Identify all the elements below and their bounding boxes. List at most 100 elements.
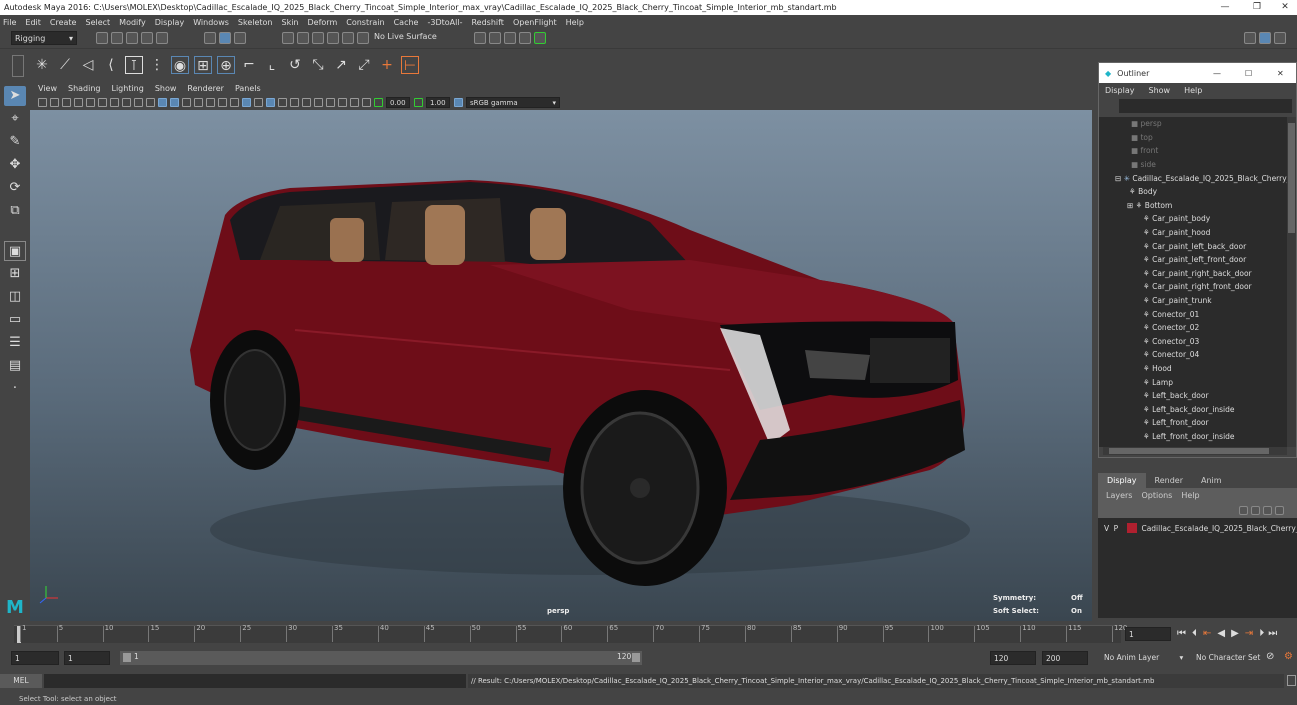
auto-key-icon[interactable]: ⊘ [1266, 651, 1274, 662]
locator-icon[interactable]: + [378, 56, 396, 74]
motion-blur-icon[interactable] [302, 97, 311, 107]
new-layer-icon[interactable] [1263, 505, 1272, 515]
maximize-button[interactable]: ☐ [1245, 69, 1252, 78]
scene-end-field[interactable]: 200 [1042, 651, 1088, 665]
aim-constraint-icon[interactable]: ↗ [332, 56, 350, 74]
outliner-item-car-paint-right-front-door[interactable]: ⚘ Car_paint_right_front_door [1099, 280, 1287, 294]
display-layers-icon[interactable] [338, 97, 347, 107]
hud-toggle-icon[interactable] [326, 97, 335, 107]
menu-deform[interactable]: Deform [308, 18, 338, 27]
wireframe-icon[interactable] [158, 97, 167, 107]
scroll-thumb[interactable] [1288, 123, 1295, 233]
layer-name[interactable]: Cadillac_Escalade_IQ_2025_Black_Cherry_T [1141, 524, 1297, 533]
film-gate-icon[interactable] [98, 97, 107, 107]
gate-mask-icon[interactable] [122, 97, 131, 107]
outliner-item-left-front-door[interactable]: ⚘ Left_front_door [1099, 416, 1287, 430]
textured-icon[interactable] [194, 97, 203, 107]
snap-grid-icon[interactable] [282, 32, 294, 44]
orient-constraint-icon[interactable]: ↺ [286, 56, 304, 74]
isolate-select-icon[interactable] [290, 97, 299, 107]
wrap-icon[interactable]: ⊕ [217, 56, 235, 74]
command-input[interactable] [44, 674, 466, 688]
lattice-icon[interactable]: ⊞ [194, 56, 212, 74]
layer-menu-help[interactable]: Help [1181, 491, 1199, 500]
colorspace-dropdown[interactable]: sRGB gamma ▾ [466, 96, 560, 108]
go-to-start-icon[interactable]: ⏮ [1177, 628, 1186, 639]
cluster-icon[interactable]: ◉ [171, 56, 189, 74]
minimize-button[interactable]: — [1213, 69, 1221, 78]
shadows-icon[interactable] [218, 97, 227, 107]
workspace-icon[interactable] [1244, 32, 1256, 44]
menu-display[interactable]: Display [155, 18, 185, 27]
outliner-menu-display[interactable]: Display [1105, 86, 1135, 95]
select-hierarchy-icon[interactable] [204, 32, 216, 44]
character-set-dropdown[interactable]: No Character Set [1196, 653, 1260, 662]
move-layer-down-icon[interactable] [1251, 505, 1260, 515]
two-view-icon[interactable]: ◫ [4, 287, 26, 307]
step-back-key-icon[interactable]: ⏴ [1192, 628, 1197, 639]
outliner-vscrollbar[interactable] [1287, 117, 1296, 447]
snap-view-icon[interactable] [327, 32, 339, 44]
lasso-tool-icon[interactable]: ⌖ [4, 109, 26, 129]
menu-cache[interactable]: Cache [394, 18, 419, 27]
render-settings-icon[interactable] [519, 32, 531, 44]
outliner-item-hood[interactable]: ⚘ Hood [1099, 362, 1287, 376]
outliner-item-car-paint-left-back-door[interactable]: ⚘ Car_paint_left_back_door [1099, 239, 1287, 253]
save-scene-icon[interactable] [126, 32, 138, 44]
outliner-item-car-paint-hood[interactable]: ⚘ Car_paint_hood [1099, 226, 1287, 240]
channel-box-icon[interactable] [1259, 32, 1271, 44]
xray-icon[interactable] [230, 97, 239, 107]
snap-point-icon[interactable] [312, 32, 324, 44]
range-start-handle[interactable] [123, 653, 131, 662]
play-forward-icon[interactable]: ▶ [1231, 628, 1239, 639]
select-tool-icon[interactable]: ➤ [4, 86, 26, 106]
outliner-menu-show[interactable]: Show [1149, 86, 1171, 95]
menu-3dtoall[interactable]: -3DtoAll- [427, 18, 462, 27]
playback-start-field[interactable]: 1 [64, 651, 110, 665]
depth-of-field-icon[interactable] [278, 97, 287, 107]
persp-outliner-icon[interactable]: ▭ [4, 310, 26, 330]
collapse-icon[interactable]: ⊟ [1115, 174, 1124, 183]
outliner-item-bottom[interactable]: ⊞ ⚘ Bottom [1099, 199, 1287, 213]
layer-row[interactable]: V P Cadillac_Escalade_IQ_2025_Black_Cher… [1098, 522, 1297, 534]
scale-constraint-icon[interactable]: ⤡ [309, 56, 327, 74]
vp-menu-panels[interactable]: Panels [235, 84, 261, 93]
gamma-field[interactable]: 1.00 [426, 96, 450, 108]
camera-select-icon[interactable] [38, 97, 47, 107]
outliner-search-input[interactable] [1119, 99, 1292, 113]
multisample-icon[interactable] [266, 97, 275, 107]
wireframe-on-shaded-icon[interactable] [182, 97, 191, 107]
tab-render[interactable]: Render [1146, 473, 1192, 488]
outliner-item-conector-03[interactable]: ⚘ Conector_03 [1099, 335, 1287, 349]
backface-icon[interactable] [362, 97, 371, 107]
menu-select[interactable]: Select [85, 18, 110, 27]
minimize-button[interactable]: — [1210, 0, 1240, 15]
hypershade-layout-icon[interactable]: ▤ [4, 356, 26, 376]
snap-curve-icon[interactable] [297, 32, 309, 44]
new-scene-icon[interactable] [96, 32, 108, 44]
outliner-item-body[interactable]: ⚘ Body [1099, 185, 1287, 199]
vp-menu-lighting[interactable]: Lighting [111, 84, 143, 93]
script-editor-icon[interactable] [1287, 675, 1296, 686]
range-bar[interactable]: 1 120 [120, 651, 642, 665]
menu-set-dropdown[interactable]: Rigging ▾ [11, 31, 77, 45]
outliner-hscrollbar[interactable] [1103, 447, 1287, 455]
step-forward-frame-icon[interactable]: ⇥ [1245, 628, 1253, 639]
vp-menu-shading[interactable]: Shading [68, 84, 101, 93]
resolution-gate-icon[interactable] [110, 97, 119, 107]
move-tool-icon[interactable]: ✥ [4, 155, 26, 175]
outliner-item-conector-04[interactable]: ⚘ Conector_04 [1099, 348, 1287, 362]
render-frame-icon[interactable] [489, 32, 501, 44]
layer-visibility[interactable]: V [1104, 524, 1114, 533]
point-constraint-icon[interactable]: ⌞ [263, 56, 281, 74]
outliner-camera-front[interactable]: ■ front [1099, 144, 1287, 158]
exposure-field[interactable]: 0.00 [386, 96, 410, 108]
go-to-end-icon[interactable]: ⏭ [1268, 628, 1277, 639]
menu-openflight[interactable]: OpenFlight [513, 18, 557, 27]
new-layer-selected-icon[interactable] [1275, 505, 1284, 515]
render-view-icon[interactable] [474, 32, 486, 44]
menu-help[interactable]: Help [566, 18, 584, 27]
menu-create[interactable]: Create [50, 18, 77, 27]
use-lights-icon[interactable] [206, 97, 215, 107]
ipr-render-icon[interactable] [504, 32, 516, 44]
